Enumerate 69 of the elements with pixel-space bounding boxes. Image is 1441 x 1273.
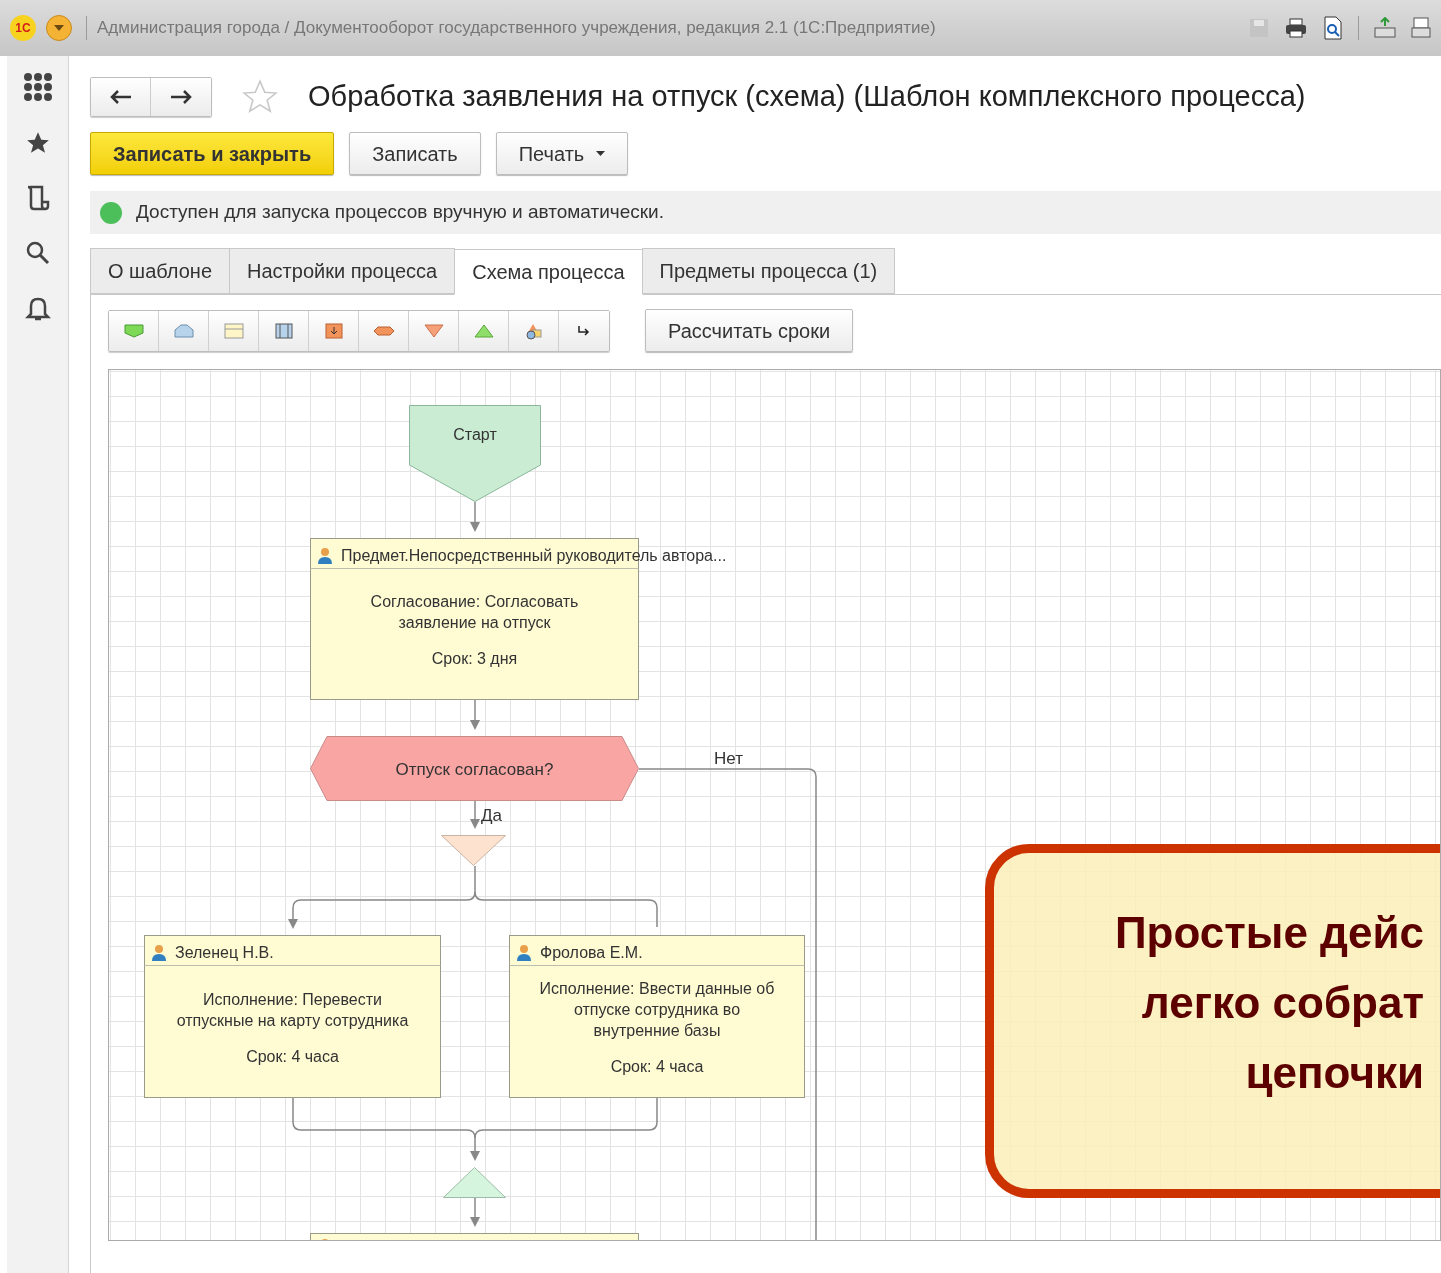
command-button[interactable]: Записать и закрыть bbox=[90, 132, 335, 175]
person-icon bbox=[151, 944, 167, 962]
command-button[interactable]: Записать bbox=[349, 132, 481, 175]
pentagon-icon bbox=[122, 321, 145, 340]
join-shape[interactable] bbox=[443, 1167, 506, 1198]
window-title: Администрация города / Документооборот государственного учреждения, редакция 2.1 (1С:Предприятие) bbox=[97, 17, 936, 40]
task-node[interactable]: Согласование: Согласовать заявление на отпуск Срок: 3 дня bbox=[310, 568, 639, 700]
app-logo[interactable]: 1С bbox=[10, 15, 36, 41]
back-arrow-icon bbox=[108, 89, 133, 105]
shape-tool-button[interactable] bbox=[309, 310, 359, 351]
form-title: Обработка заявления на отпуск (схема) (Шаблон комплексного процесса) bbox=[308, 79, 1306, 115]
task-description: Исполнение: Ввести данные об отпуске сотрудника во внутренние базы bbox=[539, 979, 775, 1041]
caret-icon bbox=[596, 151, 606, 156]
node-label: Старт bbox=[452, 425, 498, 445]
rectangle-icon bbox=[222, 321, 245, 340]
connector-arrow bbox=[470, 1197, 480, 1227]
upload-tray-icon[interactable] bbox=[1373, 17, 1397, 39]
print-icon[interactable] bbox=[1284, 17, 1308, 39]
main-menu-button[interactable] bbox=[46, 15, 72, 41]
download-box-icon bbox=[322, 321, 345, 340]
shape-tool-button[interactable] bbox=[509, 310, 559, 351]
person-icon bbox=[317, 547, 333, 565]
shape-tool-button[interactable] bbox=[109, 310, 159, 351]
caret-icon bbox=[54, 25, 64, 31]
column-icon bbox=[272, 321, 295, 340]
task-node[interactable]: Исполнение: Ввести данные об отпуске сотрудника во внутренние базы Срок: 4 часа bbox=[509, 965, 805, 1098]
tab[interactable]: Настройки процесса bbox=[229, 248, 456, 294]
grid-menu-icon[interactable] bbox=[22, 72, 53, 102]
print-preview-icon[interactable] bbox=[1322, 16, 1344, 40]
tab[interactable]: О шаблоне bbox=[90, 248, 231, 294]
down-triangle-icon bbox=[422, 321, 445, 340]
tab[interactable]: Схема процесса bbox=[454, 249, 643, 295]
split-shape[interactable] bbox=[441, 835, 506, 866]
start-shape[interactable] bbox=[409, 405, 541, 502]
command-button[interactable]: Печать bbox=[495, 132, 629, 175]
task-description: Исполнение: Перевести отпускные на карту сотрудника bbox=[176, 989, 409, 1031]
status-text: Доступен для запуска процессов вручную и автоматически. bbox=[136, 200, 664, 225]
tab[interactable]: Предметы процесса (1) bbox=[641, 248, 896, 294]
connector-arrow bbox=[470, 800, 480, 829]
person-icon bbox=[516, 944, 532, 962]
edge-label: Да bbox=[481, 805, 502, 827]
shape-tool-button[interactable] bbox=[209, 310, 259, 351]
node-label: Отпуск согласован? bbox=[394, 759, 555, 781]
shape-tool-button[interactable] bbox=[159, 310, 209, 351]
task-node[interactable]: Исполнение: Перевести отпускные на карту сотрудника Срок: 4 часа bbox=[144, 965, 441, 1098]
decision-shape[interactable] bbox=[310, 736, 639, 801]
performer-label: Зеленец Н.В. bbox=[175, 943, 274, 963]
back-button[interactable] bbox=[91, 78, 151, 116]
performer-label: Предмет.Непосредственный руководитель автора... bbox=[341, 546, 727, 566]
deadline-label: Срок: 3 дня bbox=[431, 649, 518, 669]
shape-tool-button[interactable] bbox=[409, 310, 459, 351]
deadline-label: Срок: 4 часа bbox=[610, 1057, 704, 1077]
callout-text: Простые дейс легко собрат цепочки bbox=[1114, 907, 1424, 1099]
shape-tool-button[interactable] bbox=[459, 310, 509, 351]
forward-arrow-icon bbox=[169, 89, 193, 105]
edge-label: Нет bbox=[714, 748, 743, 770]
shape-tool-button[interactable] bbox=[559, 310, 609, 351]
document-tray-icon[interactable] bbox=[1411, 17, 1431, 39]
forward-button[interactable] bbox=[151, 78, 211, 116]
performer-label: Фролова Е.М. bbox=[540, 943, 643, 963]
connector-arrow bbox=[470, 501, 480, 532]
deadline-label: Срок: 4 часа bbox=[246, 1046, 339, 1067]
house-shape-icon bbox=[172, 321, 195, 340]
calculate-deadlines-button[interactable]: Рассчитать сроки bbox=[645, 309, 854, 352]
connector-arrow bbox=[470, 699, 480, 730]
task-description: Согласование: Согласовать заявление на отпуск bbox=[370, 592, 579, 633]
shape-tool-button[interactable] bbox=[359, 310, 409, 351]
search-icon[interactable] bbox=[24, 240, 51, 266]
shape-tool-button[interactable] bbox=[259, 310, 309, 351]
